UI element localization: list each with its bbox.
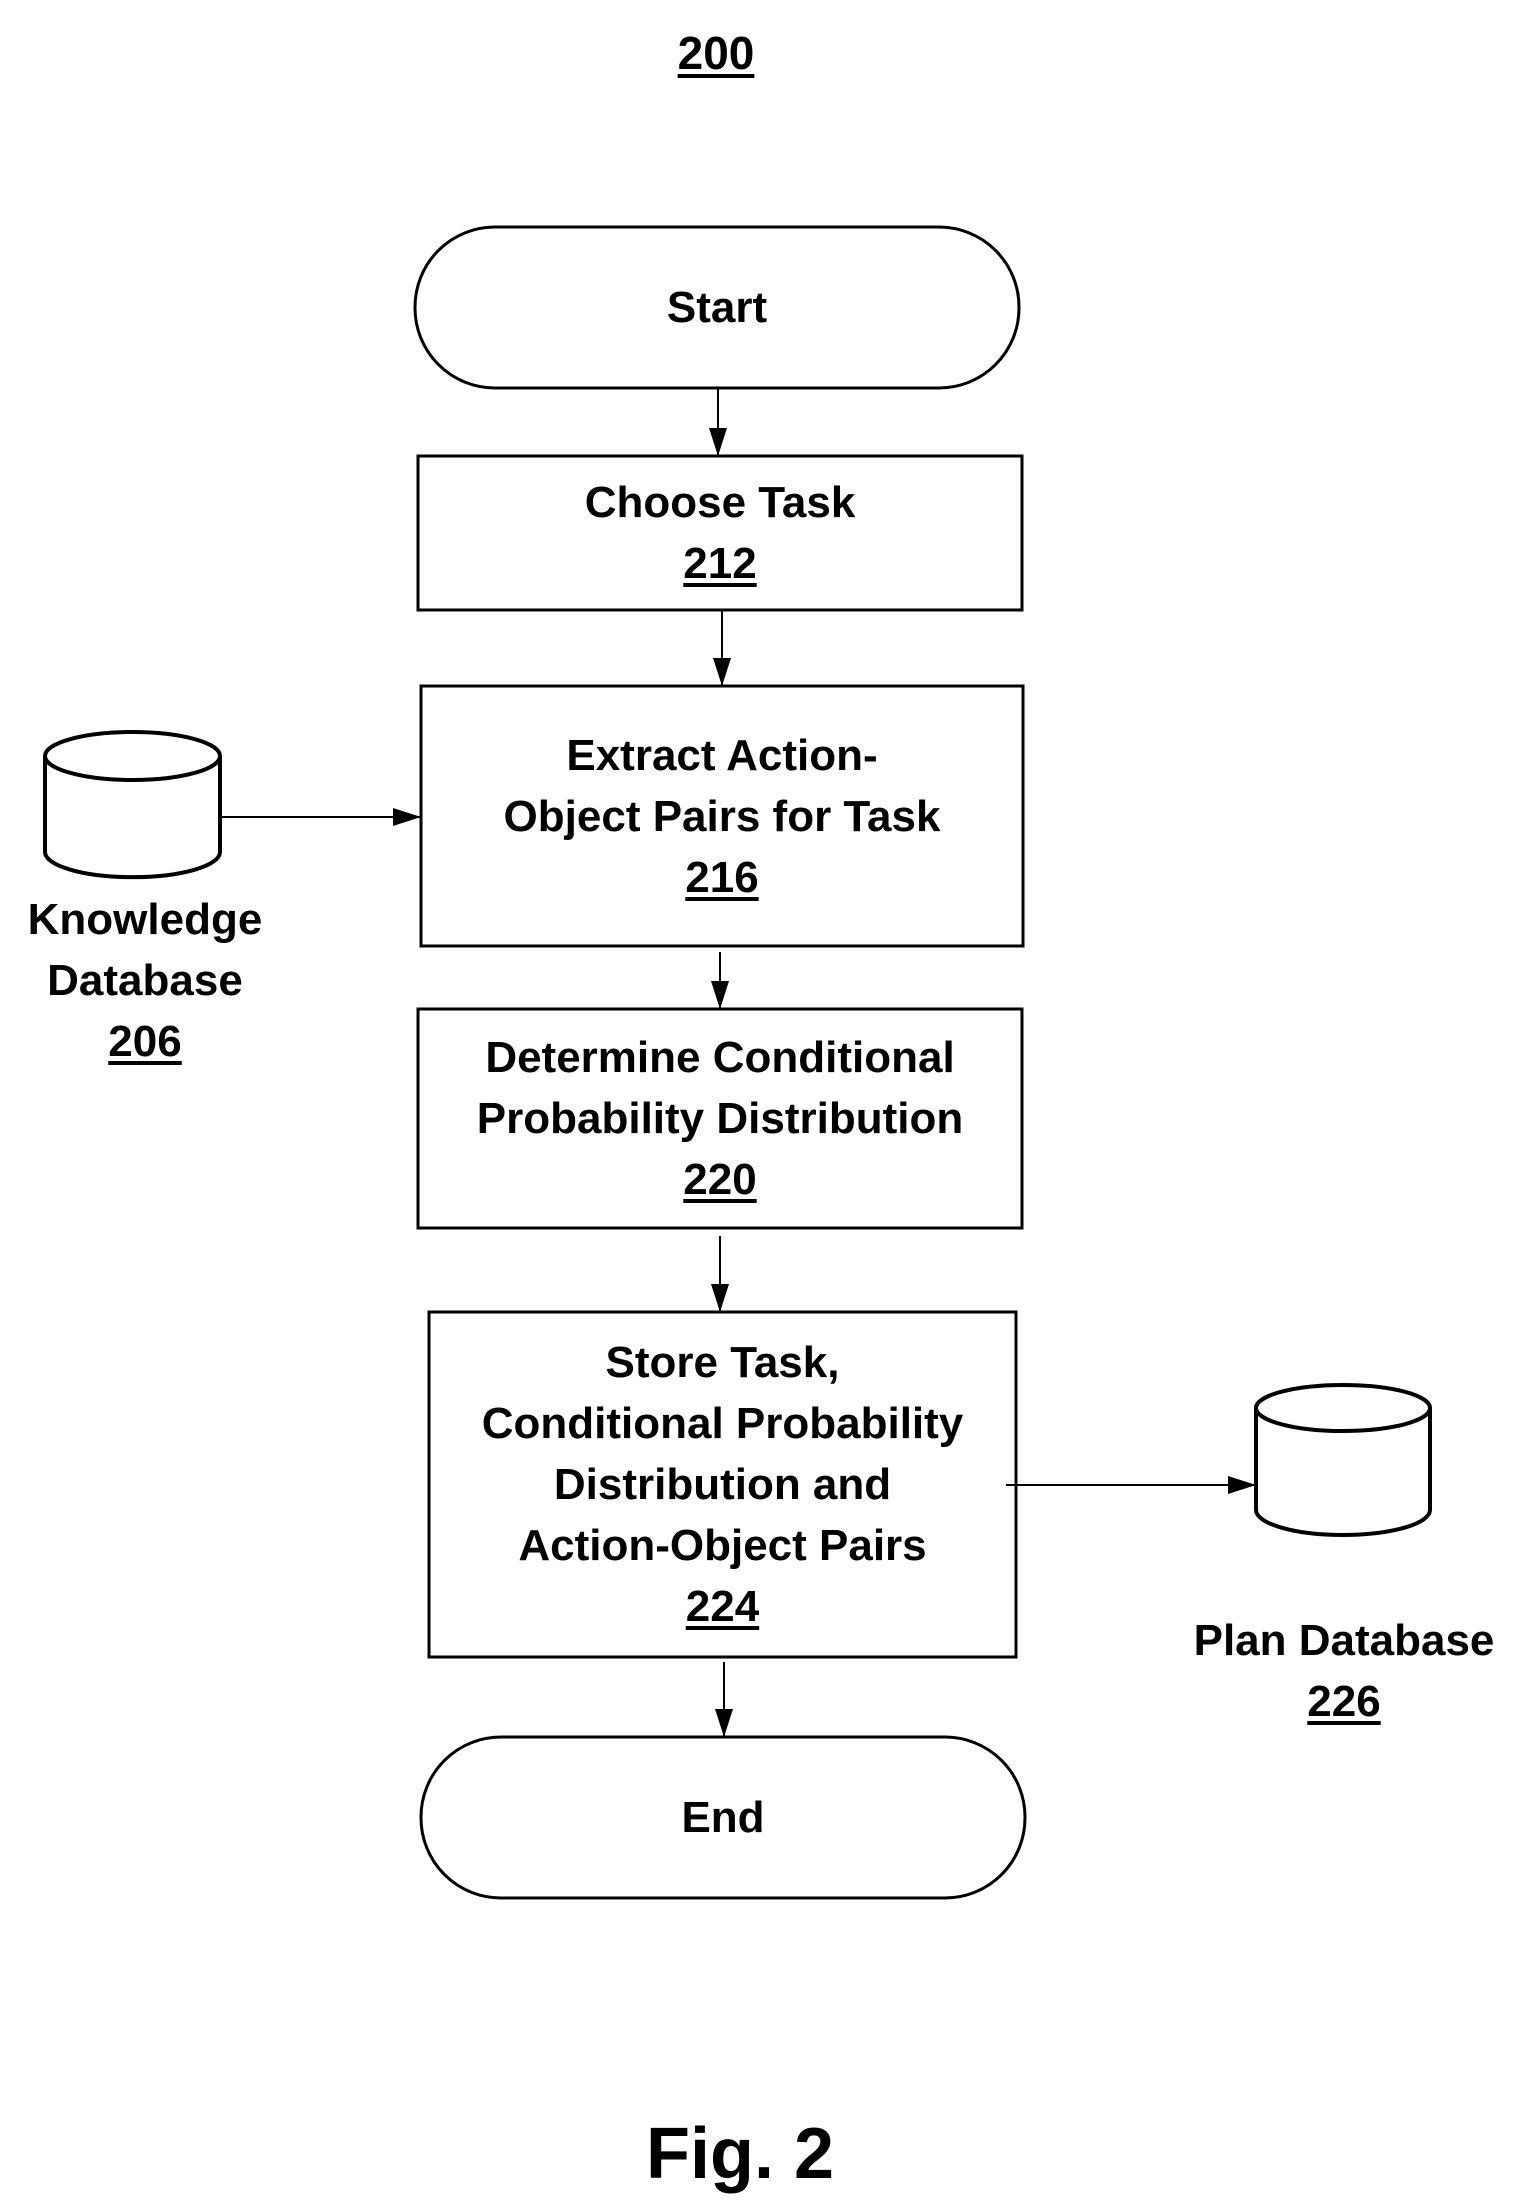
store-text-line-3: Distribution and — [553, 1460, 892, 1509]
knowledge-database-ref: 206 — [108, 1017, 182, 1066]
figure-ref-number: 200 — [677, 27, 755, 79]
choose-task-label: Choose Task 212 — [418, 456, 1022, 610]
plan-database-line-1: Plan Database — [1193, 1616, 1495, 1665]
knowledge-database-icon — [43, 730, 222, 880]
knowledge-database-line-2: Database — [47, 956, 243, 1005]
figure-caption: Fig. 2 — [645, 2114, 835, 2194]
knowledge-database-line-1: Knowledge — [27, 895, 263, 944]
determine-text-line-2: Probability Distribution — [476, 1094, 964, 1143]
extract-ref: 216 — [685, 852, 759, 902]
extract-label: Extract Action- Object Pairs for Task 21… — [421, 686, 1023, 946]
store-ref: 224 — [685, 1582, 760, 1631]
start-text: Start — [666, 283, 768, 332]
knowledge-database-label: Knowledge Database 206 — [0, 888, 290, 1073]
end-text: End — [681, 1793, 765, 1842]
extract-text-line-1: Extract Action- — [566, 730, 878, 780]
determine-text-line-1: Determine Conditional — [485, 1033, 955, 1082]
choose-task-text: Choose Task — [584, 478, 856, 527]
start-label: Start — [415, 227, 1019, 388]
determine-ref: 220 — [683, 1155, 757, 1204]
end-label: End — [421, 1737, 1025, 1898]
plan-database-label: Plan Database 226 — [1164, 1610, 1524, 1732]
determine-label: Determine Conditional Probability Distri… — [418, 1009, 1022, 1228]
store-text-line-2: Conditional Probability — [481, 1399, 964, 1448]
extract-text-line-2: Object Pairs for Task — [503, 791, 941, 841]
plan-database-ref: 226 — [1307, 1677, 1381, 1726]
store-text-line-1: Store Task, — [605, 1338, 840, 1387]
plan-database-icon — [1254, 1383, 1432, 1537]
store-label: Store Task, Conditional Probability Dist… — [429, 1312, 1016, 1657]
choose-task-ref: 212 — [683, 539, 757, 588]
store-text-line-4: Action-Object Pairs — [518, 1521, 927, 1570]
